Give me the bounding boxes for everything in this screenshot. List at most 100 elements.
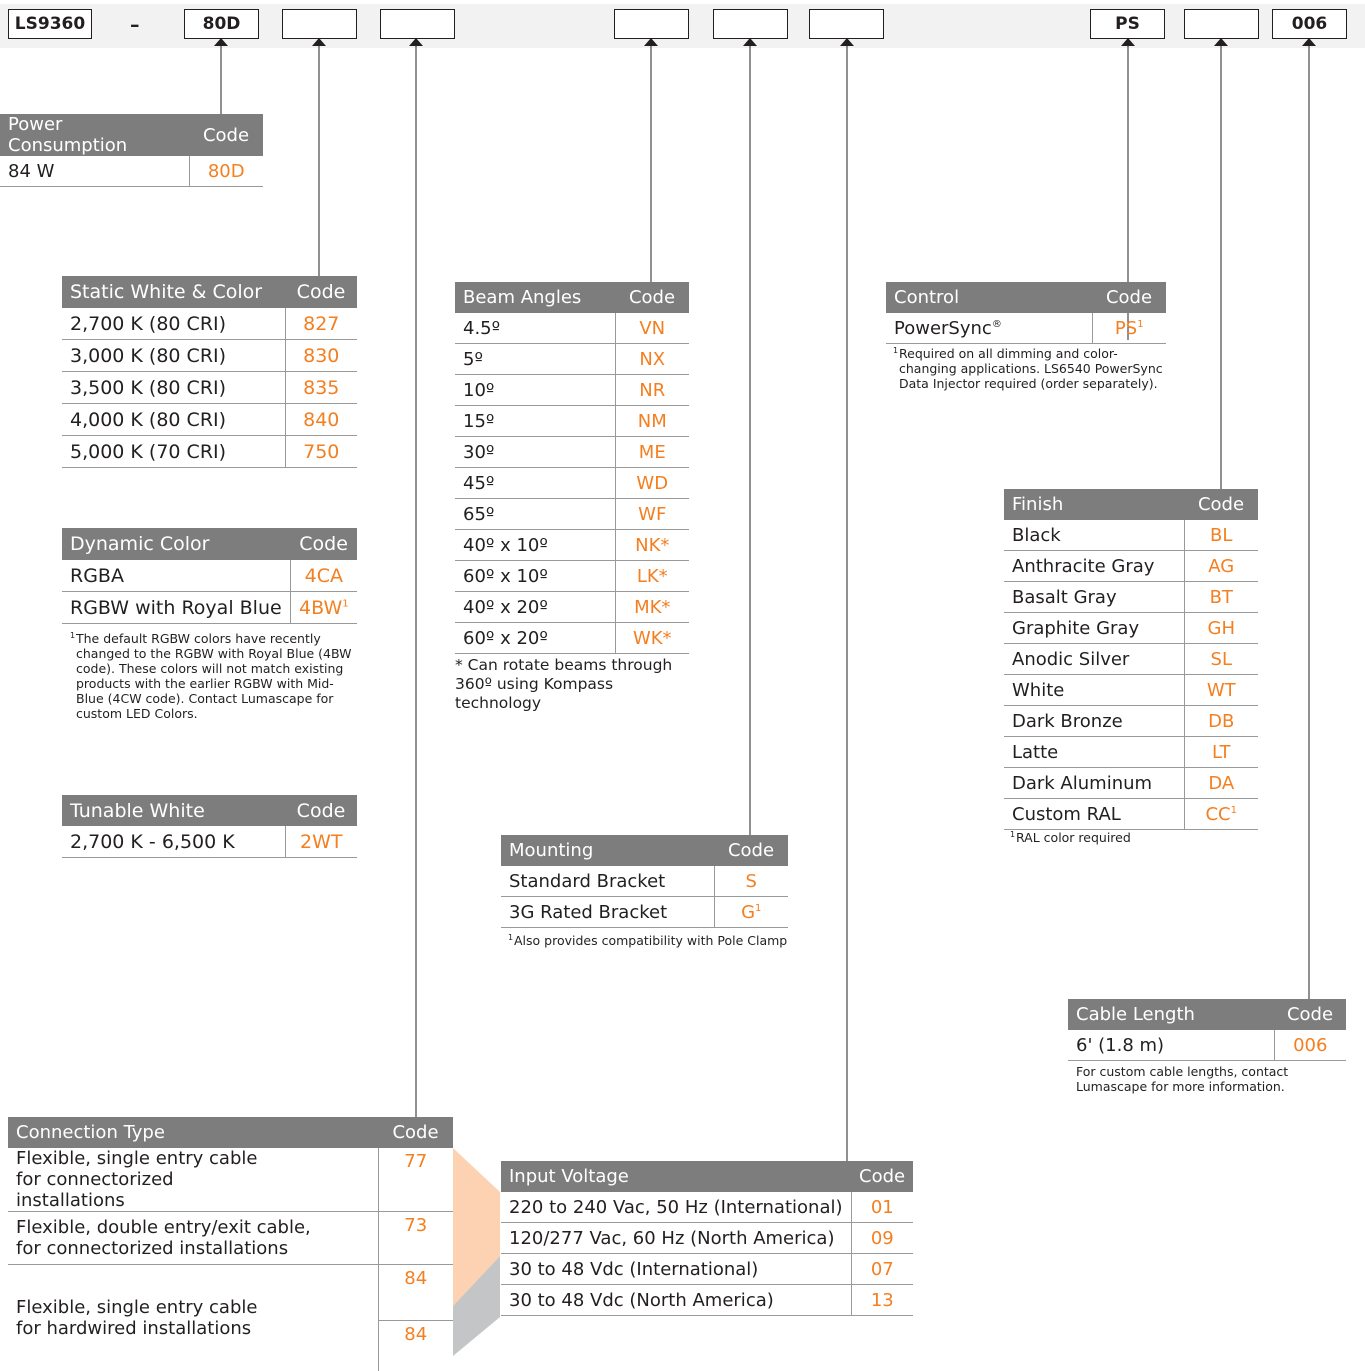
option-code: VN	[615, 313, 689, 344]
option-code: AG	[1184, 551, 1258, 582]
option-code: ME	[615, 437, 689, 468]
option-label: Flexible, single entry cable for hardwir…	[8, 1265, 378, 1371]
dynamic-color-footnote: 1 The default RGBW colors have recently …	[70, 631, 360, 721]
option-code: 73	[378, 1212, 453, 1265]
option-label: Flexible, single entry cable for connect…	[8, 1148, 378, 1212]
option-label: RGBW with Royal Blue	[62, 592, 290, 624]
code-header: Code	[1092, 282, 1166, 313]
option-label: 220 to 240 Vac, 50 Hz (International)	[501, 1192, 851, 1223]
option-code: CC1	[1184, 799, 1258, 830]
power-consumption-table: Power Consumption Code 84 W 80D	[0, 114, 263, 187]
table-row: 3,500 K (80 CRI)835	[62, 372, 357, 404]
table-row: Flexible, single entry cable for connect…	[8, 1148, 453, 1212]
dynamic-color-table: Dynamic Color Code RGBA4CA RGBW with Roy…	[62, 528, 357, 624]
footnote-text: Also provides compatibility with Pole Cl…	[508, 933, 793, 948]
option-label: Anthracite Gray	[1004, 551, 1184, 582]
option-label: 4.5º	[455, 313, 615, 344]
option-code: DA	[1184, 768, 1258, 799]
option-label: 40º x 10º	[455, 530, 615, 561]
table-title: Control	[886, 282, 1092, 313]
table-title: Input Voltage	[501, 1161, 851, 1192]
option-label: 6' (1.8 m)	[1068, 1030, 1274, 1061]
table-row: Graphite GrayGH	[1004, 613, 1258, 644]
code-header: Code	[1184, 489, 1258, 520]
table-row: 2,700 K - 6,500 K2WT	[62, 826, 357, 858]
table-row: 15ºNM	[455, 406, 689, 437]
cable-length-table: Cable Length Code 6' (1.8 m)006	[1068, 999, 1346, 1061]
option-label: Basalt Gray	[1004, 582, 1184, 613]
table-row: 60º x 10ºLK*	[455, 561, 689, 592]
cable-length-footnote: For custom cable lengths, contact Lumasc…	[1076, 1064, 1306, 1094]
option-label: Latte	[1004, 737, 1184, 768]
table-row: 2,700 K (80 CRI)827	[62, 308, 357, 340]
footnote-marker: 1	[1010, 827, 1015, 842]
option-label: 45º	[455, 468, 615, 499]
option-code: 006	[1274, 1030, 1346, 1061]
table-row: 65ºWF	[455, 499, 689, 530]
option-code: GH	[1184, 613, 1258, 644]
option-code: BT	[1184, 582, 1258, 613]
option-code: 840	[285, 404, 357, 436]
option-label: RGBA	[62, 560, 290, 592]
option-code: SL	[1184, 644, 1258, 675]
table-row: Flexible, single entry cable for hardwir…	[8, 1265, 453, 1321]
table-row: Dark BronzeDB	[1004, 706, 1258, 737]
table-row: Basalt GrayBT	[1004, 582, 1258, 613]
option-label: 30 to 48 Vdc (International)	[501, 1254, 851, 1285]
option-label: White	[1004, 675, 1184, 706]
registered-mark: ®	[992, 319, 1002, 330]
finish-footnote: 1 RAL color required	[1010, 830, 1260, 845]
option-code: 4BW1	[290, 592, 357, 624]
table-row: 3,000 K (80 CRI)830	[62, 340, 357, 372]
option-code: DB	[1184, 706, 1258, 737]
table-row: WhiteWT	[1004, 675, 1258, 706]
table-title: Finish	[1004, 489, 1184, 520]
control-table: Control Code PowerSync® PS1	[886, 282, 1166, 344]
option-label: 3,000 K (80 CRI)	[62, 340, 285, 372]
table-row: 40º x 20ºMK*	[455, 592, 689, 623]
option-code: NX	[615, 344, 689, 375]
footnote-marker: 1	[508, 930, 513, 945]
option-code: MK*	[615, 592, 689, 623]
option-label: 3G Rated Bracket	[501, 897, 714, 928]
option-code: 84	[378, 1265, 453, 1321]
tunable-white-table: Tunable White Code 2,700 K - 6,500 K2WT	[62, 795, 357, 858]
option-code: BL	[1184, 520, 1258, 551]
table-row: PowerSync® PS1	[886, 313, 1166, 344]
footnote-marker: 1	[70, 628, 75, 643]
table-row: 45ºWD	[455, 468, 689, 499]
option-label: Custom RAL	[1004, 799, 1184, 830]
mounting-table: Mounting Code Standard BracketS 3G Rated…	[501, 835, 788, 928]
option-label: 10º	[455, 375, 615, 406]
code-header: Code	[189, 114, 263, 156]
option-label: 65º	[455, 499, 615, 530]
table-title: Cable Length	[1068, 999, 1274, 1030]
table-row: 60º x 20ºWK*	[455, 623, 689, 654]
footnote-marker: 1	[1137, 319, 1143, 330]
beam-angles-table: Beam Angles Code 4.5ºVN 5ºNX 10ºNR 15ºNM…	[455, 282, 689, 654]
control-footnote: 1 Required on all dimming and color-chan…	[893, 346, 1168, 391]
option-code: 750	[285, 436, 357, 468]
option-label: 30º	[455, 437, 615, 468]
option-code: 80D	[189, 156, 263, 187]
table-title: Tunable White	[62, 795, 285, 826]
footnote-marker: 1	[1231, 805, 1237, 816]
option-label: Dark Aluminum	[1004, 768, 1184, 799]
option-label: PowerSync®	[886, 313, 1092, 344]
table-row: RGBA4CA	[62, 560, 357, 592]
option-code: G1	[714, 897, 788, 928]
option-label: 60º x 10º	[455, 561, 615, 592]
table-row: RGBW with Royal Blue4BW1	[62, 592, 357, 624]
code-header: Code	[615, 282, 689, 313]
option-code: NM	[615, 406, 689, 437]
option-label: 5,000 K (70 CRI)	[62, 436, 285, 468]
footnote-text: RAL color required	[1010, 830, 1260, 845]
footnote-marker: 1	[755, 903, 761, 914]
option-code: NR	[615, 375, 689, 406]
option-code: LK*	[615, 561, 689, 592]
footnote-marker: 1	[893, 343, 898, 358]
table-title: Dynamic Color	[62, 528, 290, 560]
table-row: Dark AluminumDA	[1004, 768, 1258, 799]
beam-angles-footnote: * Can rotate beams through 360º using Ko…	[455, 656, 695, 713]
option-label: 5º	[455, 344, 615, 375]
